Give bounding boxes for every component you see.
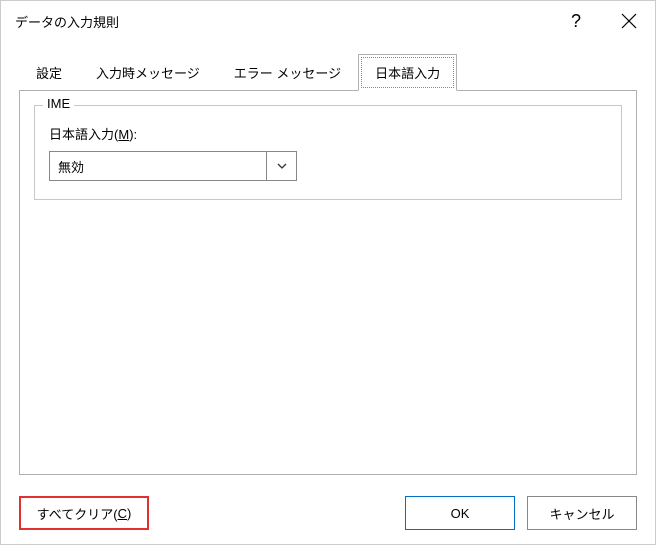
close-icon [621, 13, 637, 29]
tab-error-message[interactable]: エラー メッセージ [217, 54, 358, 91]
fieldset-legend: IME [43, 96, 74, 111]
clear-access-key: C [118, 506, 127, 521]
clear-label-pre: すべてクリア( [37, 504, 118, 523]
tab-ime[interactable]: 日本語入力 [358, 54, 457, 91]
close-button[interactable] [617, 9, 641, 33]
help-button[interactable]: ? [563, 7, 589, 36]
cancel-button[interactable]: キャンセル [527, 496, 637, 530]
tab-input-message[interactable]: 入力時メッセージ [79, 54, 217, 91]
label-access-key: M [118, 127, 129, 142]
chevron-down-icon [276, 160, 288, 172]
tab-strip: 設定 入力時メッセージ エラー メッセージ 日本語入力 [1, 41, 655, 90]
ime-mode-label: 日本語入力(M): [49, 124, 607, 143]
label-text-post: ): [129, 127, 137, 142]
dialog-title: データの入力規則 [15, 12, 119, 31]
button-row: すべてクリア(C) OK キャンセル [19, 496, 637, 530]
clear-label-post: ) [127, 506, 131, 521]
tab-settings[interactable]: 設定 [19, 54, 79, 91]
label-text-pre: 日本語入力( [49, 127, 118, 142]
dropdown-value: 無効 [50, 152, 266, 180]
titlebar: データの入力規則 ? [1, 1, 655, 41]
tab-panel: IME 日本語入力(M): 無効 [19, 90, 637, 475]
dropdown-toggle[interactable] [266, 152, 296, 180]
ok-button[interactable]: OK [405, 496, 515, 530]
ime-mode-dropdown[interactable]: 無効 [49, 151, 297, 181]
ime-fieldset: IME 日本語入力(M): 無効 [34, 105, 622, 200]
clear-all-button[interactable]: すべてクリア(C) [19, 496, 149, 530]
